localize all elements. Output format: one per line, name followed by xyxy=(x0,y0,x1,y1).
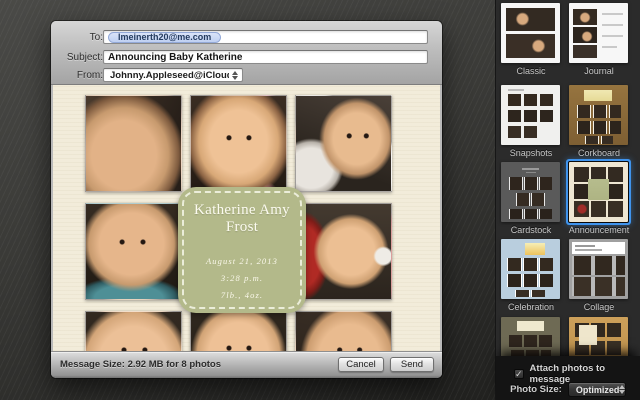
theme-label: Collage xyxy=(564,302,634,312)
baby-photo-mid-right[interactable] xyxy=(295,203,392,300)
subject-field[interactable]: Announcing Baby Katherine xyxy=(103,50,428,64)
from-popup[interactable]: Johnny.Appleseed@iCloud.com xyxy=(103,68,243,82)
baby-photo-top-right[interactable] xyxy=(295,95,392,192)
theme-thumbnail-announcement[interactable] xyxy=(569,162,628,222)
cancel-button[interactable]: Cancel xyxy=(338,357,384,372)
theme-label: Corkboard xyxy=(564,148,634,158)
baby-name: Katherine Amy Frost xyxy=(178,202,306,237)
attach-checkbox[interactable]: ✓ xyxy=(514,369,524,379)
theme-thumbnail-corkboard[interactable] xyxy=(569,85,628,145)
stepper-icon xyxy=(229,71,240,80)
theme-label: Snapshots xyxy=(496,148,566,158)
theme-label: Cardstock xyxy=(496,225,566,235)
photo-size-value: Optimized xyxy=(576,385,620,395)
from-value: Johnny.Appleseed@iCloud.com xyxy=(110,70,229,81)
photo-size-popup[interactable]: Optimized xyxy=(568,382,626,397)
announcement-text-card[interactable]: Katherine Amy Frost August 21, 2013 3:28… xyxy=(178,187,306,313)
subject-label: Subject: xyxy=(59,52,103,63)
status-bar: Message Size: 2.92 MB for 8 photos Cance… xyxy=(51,351,442,378)
send-button[interactable]: Send xyxy=(390,357,434,372)
stepper-icon xyxy=(619,385,625,394)
theme-thumbnail-celebration[interactable] xyxy=(501,239,560,299)
theme-label: Journal xyxy=(564,66,634,76)
theme-label: Classic xyxy=(496,66,566,76)
photo-size-label: Photo Size: xyxy=(510,384,562,395)
baby-photo-bottom-left[interactable] xyxy=(85,311,182,351)
theme-thumbnail-cardstock[interactable] xyxy=(501,162,560,222)
attachment-controls: ✓ Attach photos to message Photo Size: O… xyxy=(496,356,640,400)
baby-photo-bottom-right[interactable] xyxy=(295,311,392,351)
theme-label: Celebration xyxy=(496,302,566,312)
subject-value: Announcing Baby Katherine xyxy=(108,52,242,63)
from-label: From: xyxy=(59,70,103,81)
theme-thumbnail-classic[interactable] xyxy=(501,3,560,63)
baby-photo-mid-left[interactable] xyxy=(85,203,182,300)
compose-header: To: lmeinerth20@me.com Subject: Announci… xyxy=(51,21,442,85)
to-field[interactable]: lmeinerth20@me.com xyxy=(103,30,428,44)
theme-thumbnail-journal[interactable] xyxy=(569,3,628,63)
theme-sidebar: Classic Journal Snapshots Corkboard Card… xyxy=(495,0,640,400)
to-label: To: xyxy=(59,32,103,43)
baby-photo-top-left[interactable] xyxy=(85,95,182,192)
baby-photo-top-center[interactable] xyxy=(190,95,287,192)
recipient-token[interactable]: lmeinerth20@me.com xyxy=(108,32,221,43)
photo-layout-canvas: Katherine Amy Frost August 21, 2013 3:28… xyxy=(53,85,440,351)
mail-compose-window: To: lmeinerth20@me.com Subject: Announci… xyxy=(51,21,442,378)
theme-thumbnail-snapshots[interactable] xyxy=(501,85,560,145)
theme-thumbnail-collage[interactable] xyxy=(569,239,628,299)
theme-label: Announcement xyxy=(564,225,634,235)
baby-photo-bottom-center[interactable] xyxy=(190,311,287,351)
birth-details: August 21, 2013 3:28 p.m. 7lb., 4oz. xyxy=(178,253,306,305)
message-size-text: Message Size: 2.92 MB for 8 photos xyxy=(60,359,221,370)
